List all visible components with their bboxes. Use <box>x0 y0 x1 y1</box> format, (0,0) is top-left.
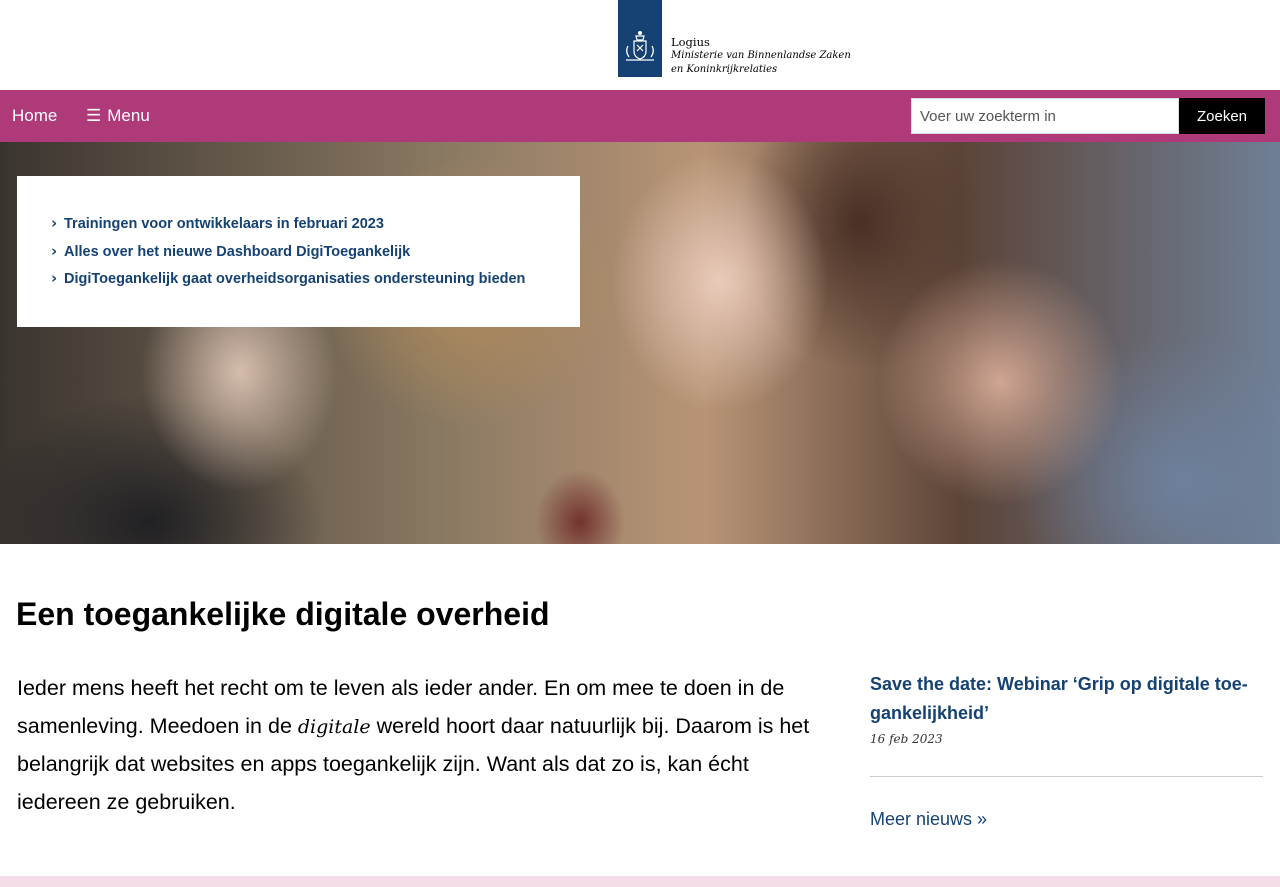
site-header: Logius Ministerie van Binnenlandse Zaken… <box>0 0 1280 90</box>
footer-strip <box>0 876 1280 887</box>
hamburger-icon: ☰ <box>86 106 102 125</box>
search-input[interactable] <box>911 98 1179 134</box>
list-item: › Trainingen voor ontwikkelaars in febru… <box>51 212 580 240</box>
page-title: Een toegankelijke digitale overheid <box>16 596 550 632</box>
org-name: Logius <box>671 35 710 49</box>
logo-link[interactable] <box>618 0 662 77</box>
intro-emphasis: digitale <box>297 715 371 738</box>
news-link[interactable]: Trainingen voor ontwikkelaars in februar… <box>64 216 384 232</box>
nav-home-link[interactable]: Home <box>12 90 57 142</box>
featured-news-list: › Trainingen voor ontwikkelaars in febru… <box>51 212 580 295</box>
list-item: › DigiToegankelijk gaat overheidsorganis… <box>51 267 580 295</box>
chevron-right-icon: › <box>51 269 58 287</box>
ministry-name: Ministerie van Binnenlandse Zaken en Kon… <box>671 50 851 75</box>
coat-of-arms-icon <box>626 31 654 61</box>
list-item: › Alles over het nieuwe Dashboard DigiTo… <box>51 240 580 268</box>
search-button[interactable]: Zoeken <box>1179 98 1265 134</box>
nav-menu-label: Menu <box>107 106 150 125</box>
more-news-link[interactable]: Meer nieuws » <box>870 809 987 830</box>
logo-text: Logius Ministerie van Binnenlandse Zaken… <box>671 35 856 77</box>
sidebar-news-date: 16 feb 2023 <box>870 732 943 746</box>
chevron-right-icon: › <box>51 241 58 260</box>
nav-menu-button[interactable]: ☰ Menu <box>86 90 150 142</box>
featured-news-box: › Trainingen voor ontwikkelaars in febru… <box>17 176 580 327</box>
chevron-right-icon: › <box>51 214 58 232</box>
intro-text: Ieder mens heeft het recht om te leven a… <box>17 670 829 821</box>
news-link[interactable]: Alles over het nieuwe Dashboard DigiToeg… <box>64 244 410 260</box>
sidebar-news-link[interactable]: Save the date: Webinar ‘Grip op digitale… <box>870 670 1263 728</box>
sidebar-news: Save the date: Webinar ‘Grip op digitale… <box>870 670 1263 746</box>
news-link[interactable]: DigiToegankelijk gaat overheidsorganisat… <box>64 271 525 287</box>
divider <box>870 776 1263 777</box>
